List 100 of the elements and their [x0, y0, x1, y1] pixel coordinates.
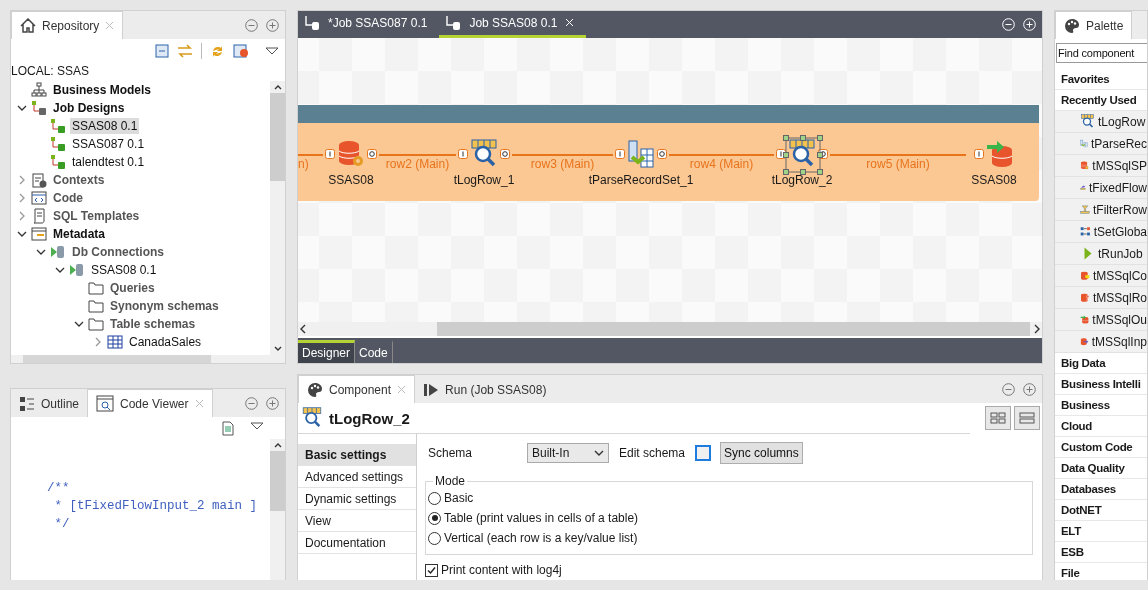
panel-tab[interactable]: Run (Job SSAS08)	[415, 376, 555, 403]
expand-chevron[interactable]	[93, 337, 103, 347]
palette-item[interactable]: tRunJob	[1055, 243, 1147, 265]
palette-item[interactable]: tFilterRow	[1055, 199, 1147, 221]
expand-chevron[interactable]	[17, 193, 27, 203]
palette-group[interactable]: Business	[1055, 395, 1147, 416]
edit-schema-button[interactable]	[695, 445, 712, 461]
panel-tab[interactable]: Outline	[11, 390, 88, 417]
palette-item[interactable]: tParseRec	[1055, 133, 1147, 155]
tree-item[interactable]: Metadata	[51, 226, 107, 242]
palette-item[interactable]: tSetGloba	[1055, 221, 1147, 243]
job-icon	[31, 100, 47, 116]
checkbox[interactable]	[425, 563, 438, 577]
settings-menu-item[interactable]: Documentation	[298, 532, 416, 554]
tree-item[interactable]: Synonym schemas	[108, 298, 221, 314]
horizontal-scrollbar[interactable]	[11, 355, 285, 363]
scroll-left-icon[interactable]	[298, 323, 308, 335]
repository-tab[interactable]: Repository	[11, 11, 124, 39]
palette-item[interactable]: tMSSqlRo	[1055, 287, 1147, 309]
minimize-icon[interactable]	[1002, 383, 1015, 396]
tree-item[interactable]: Queries	[108, 280, 157, 296]
grid-view-button[interactable]	[985, 406, 1011, 430]
mode-radio[interactable]: Basic	[428, 488, 1032, 508]
palette-group[interactable]: Favorites	[1055, 69, 1147, 90]
palette-group[interactable]: Data Quality	[1055, 458, 1147, 479]
editor-tab[interactable]: *Job SSAS087 0.1	[298, 11, 440, 38]
tree-item[interactable]: Db Connections	[70, 244, 166, 260]
node-label: tLogRow_2	[771, 173, 833, 187]
log4j-checkbox[interactable]: Print content with log4j	[425, 563, 1033, 577]
palette-group[interactable]: Business Intelli	[1055, 374, 1147, 395]
tree-item[interactable]: SSAS08 0.1	[70, 118, 140, 134]
palette-group[interactable]: ESB	[1055, 542, 1147, 563]
sync-columns-button[interactable]: Sync columns	[720, 442, 803, 464]
minimize-icon[interactable]	[245, 397, 258, 410]
maximize-icon[interactable]	[266, 397, 279, 410]
palette-group[interactable]: DotNET	[1055, 500, 1147, 521]
expand-chevron[interactable]	[17, 211, 27, 221]
panel-tab[interactable]: Component	[298, 375, 416, 403]
tree-item[interactable]: talendtest 0.1	[70, 154, 147, 170]
minimize-icon[interactable]	[245, 19, 258, 32]
tree-item[interactable]: Table schemas	[108, 316, 198, 332]
tree-item[interactable]: Code	[51, 190, 85, 206]
view-tab[interactable]: Designer	[298, 340, 356, 363]
code-line: */	[53, 516, 71, 533]
palette-item[interactable]: tMSSqlOu	[1055, 309, 1147, 331]
view-tab[interactable]: Code	[355, 340, 393, 363]
item-label: tMSSqlSP	[1092, 158, 1147, 173]
collapse-chevron[interactable]	[17, 103, 27, 113]
palette-item[interactable]: tLogRow	[1055, 111, 1147, 133]
selection-handles[interactable]	[783, 135, 823, 175]
document-icon[interactable]	[222, 421, 234, 436]
view-menu-icon[interactable]	[265, 46, 279, 56]
port-icon	[818, 149, 828, 159]
settings-menu-item[interactable]: Dynamic settings	[298, 488, 416, 510]
tree-item[interactable]: Job Designs	[51, 100, 127, 116]
collapse-chevron[interactable]	[17, 229, 27, 239]
maximize-icon[interactable]	[266, 19, 279, 32]
vertical-scrollbar[interactable]	[270, 81, 285, 355]
palette-item[interactable]: tMSSqlCo	[1055, 265, 1147, 287]
collapse-chevron[interactable]	[74, 319, 84, 329]
tree-item[interactable]: CanadaSales	[127, 334, 204, 350]
settings-menu-item[interactable]: View	[298, 510, 416, 532]
settings-menu-item[interactable]: Advanced settings	[298, 466, 416, 488]
palette-group[interactable]: ELT	[1055, 521, 1147, 542]
palette-group[interactable]: File	[1055, 563, 1147, 580]
palette-group[interactable]: Big Data	[1055, 353, 1147, 374]
tree-item[interactable]: SQL Templates	[51, 208, 142, 224]
radio-button[interactable]	[428, 511, 441, 525]
palette-item[interactable]: tFixedFlow	[1055, 177, 1147, 199]
horizontal-scrollbar[interactable]	[298, 322, 1042, 336]
panel-tab[interactable]: Code Viewer	[87, 389, 213, 417]
scroll-right-icon[interactable]	[1032, 323, 1042, 335]
tree-item[interactable]: SSAS08 0.1	[89, 262, 159, 278]
palette-group[interactable]: Cloud	[1055, 416, 1147, 437]
radio-button[interactable]	[428, 491, 441, 505]
collapse-chevron[interactable]	[36, 247, 46, 257]
radio-button[interactable]	[428, 531, 441, 545]
collapse-all-icon[interactable]	[155, 44, 169, 58]
list-view-button[interactable]	[1014, 406, 1040, 430]
schema-select[interactable]: Built-In	[527, 443, 609, 463]
tree-item[interactable]: SSAS087 0.1	[70, 136, 147, 152]
job-icon	[50, 118, 66, 134]
expand-chevron[interactable]	[17, 175, 27, 185]
palette-group[interactable]: Databases	[1055, 479, 1147, 500]
mode-radio[interactable]: Vertical (each row is a key/value list)	[428, 528, 1032, 548]
tree-item[interactable]: Business Models	[51, 82, 154, 98]
mode-radio[interactable]: Table (print values in cells of a table)	[428, 508, 1032, 528]
sync-arrows-icon[interactable]	[177, 44, 193, 58]
panel-icon[interactable]	[233, 44, 249, 58]
search-field[interactable]: Find component	[1056, 43, 1147, 63]
maximize-icon[interactable]	[1023, 383, 1036, 396]
palette-tab[interactable]: Palette	[1055, 11, 1133, 39]
view-menu-icon[interactable]	[250, 421, 264, 431]
settings-menu-item[interactable]: Basic settings	[298, 444, 416, 466]
palette-group[interactable]: Custom Code	[1055, 437, 1147, 458]
palette-item[interactable]: tMSSqlInp	[1055, 331, 1147, 353]
vertical-scrollbar[interactable]	[270, 439, 285, 580]
collapse-chevron[interactable]	[55, 265, 65, 275]
tree-item[interactable]: Contexts	[51, 172, 107, 188]
palette-item[interactable]: tMSSqlSP	[1055, 155, 1147, 177]
